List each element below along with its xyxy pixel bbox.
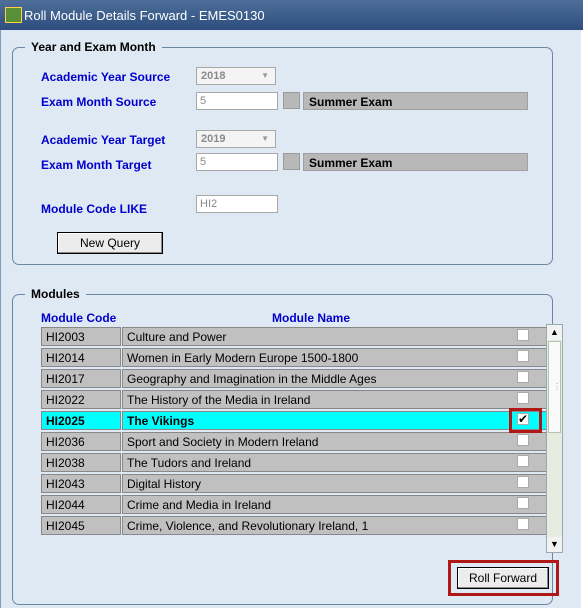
- ay-target-select[interactable]: 2019 ▼: [196, 130, 276, 148]
- em-source-input[interactable]: 5: [196, 92, 278, 110]
- module-select-checkbox[interactable]: [517, 476, 529, 488]
- module-code-cell[interactable]: HI2014: [41, 348, 121, 367]
- em-target-name: Summer Exam: [303, 153, 528, 171]
- modules-legend: Modules: [31, 287, 80, 301]
- module-select-checkbox[interactable]: [517, 329, 529, 341]
- module-like-input[interactable]: HI2: [196, 195, 278, 213]
- ay-source-value: 2018: [201, 70, 226, 82]
- col-header-name: Module Name: [272, 311, 351, 325]
- module-code-cell[interactable]: HI2036: [41, 432, 121, 451]
- module-code-cell[interactable]: HI2022: [41, 390, 121, 409]
- module-code-cell[interactable]: HI2003: [41, 327, 121, 346]
- window-title: Roll Module Details Forward - EMES0130: [24, 8, 265, 23]
- arrow-down-icon[interactable]: ▼: [547, 537, 562, 552]
- module-name-cell[interactable]: The Vikings: [122, 411, 547, 430]
- module-code-cell[interactable]: HI2044: [41, 495, 121, 514]
- em-target-lov-button[interactable]: [283, 153, 300, 170]
- ay-source-select[interactable]: 2018 ▼: [196, 67, 276, 85]
- roll-forward-highlight: [448, 560, 559, 596]
- module-name-cell[interactable]: Sport and Society in Modern Ireland: [122, 432, 547, 451]
- new-query-button[interactable]: New Query: [57, 232, 163, 254]
- module-select-checkbox[interactable]: [517, 455, 529, 467]
- module-code-cell[interactable]: HI2038: [41, 453, 121, 472]
- form-frame: Year and Exam Month Academic Year Source…: [0, 30, 581, 608]
- em-source-name: Summer Exam: [303, 92, 528, 110]
- ay-source-label: Academic Year Source: [41, 70, 171, 84]
- ay-target-value: 2019: [201, 133, 226, 145]
- module-name-cell[interactable]: Culture and Power: [122, 327, 547, 346]
- em-source-label: Exam Month Source: [41, 95, 157, 109]
- module-select-checkbox[interactable]: [517, 518, 529, 530]
- module-select-checkbox[interactable]: [517, 392, 529, 404]
- em-target-input[interactable]: 5: [196, 153, 278, 171]
- module-name-cell[interactable]: Digital History: [122, 474, 547, 493]
- ay-target-label: Academic Year Target: [41, 133, 166, 147]
- em-target-label: Exam Month Target: [41, 158, 152, 172]
- module-name-cell[interactable]: Crime and Media in Ireland: [122, 495, 547, 514]
- year-exam-legend: Year and Exam Month: [31, 40, 156, 54]
- module-code-cell[interactable]: HI2025: [41, 411, 121, 430]
- col-header-code: Module Code: [41, 311, 117, 325]
- module-name-cell[interactable]: Crime, Violence, and Revolutionary Irela…: [122, 516, 547, 535]
- selected-checkbox-highlight: [509, 408, 542, 433]
- module-code-cell[interactable]: HI2045: [41, 516, 121, 535]
- module-name-cell[interactable]: Women in Early Modern Europe 1500-1800: [122, 348, 547, 367]
- grip-icon: ⋮: [553, 382, 561, 391]
- app-icon: [5, 7, 22, 23]
- chevron-down-icon: ▼: [261, 134, 269, 143]
- chevron-down-icon: ▼: [261, 71, 269, 80]
- em-source-lov-button[interactable]: [283, 92, 300, 109]
- module-name-cell[interactable]: Geography and Imagination in the Middle …: [122, 369, 547, 388]
- module-name-cell[interactable]: The Tudors and Ireland: [122, 453, 547, 472]
- module-select-checkbox[interactable]: [517, 434, 529, 446]
- arrow-up-icon[interactable]: ▲: [547, 325, 562, 340]
- module-select-checkbox[interactable]: [517, 371, 529, 383]
- module-code-cell[interactable]: HI2017: [41, 369, 121, 388]
- module-code-cell[interactable]: HI2043: [41, 474, 121, 493]
- title-bar: Roll Module Details Forward - EMES0130: [0, 0, 583, 30]
- module-list-scrollbar[interactable]: ▲ ⋮ ▼: [546, 324, 563, 553]
- module-select-checkbox[interactable]: [517, 497, 529, 509]
- module-like-label: Module Code LIKE: [41, 202, 147, 216]
- scrollbar-thumb[interactable]: ⋮: [548, 341, 561, 433]
- module-name-cell[interactable]: The History of the Media in Ireland: [122, 390, 547, 409]
- module-select-checkbox[interactable]: [517, 350, 529, 362]
